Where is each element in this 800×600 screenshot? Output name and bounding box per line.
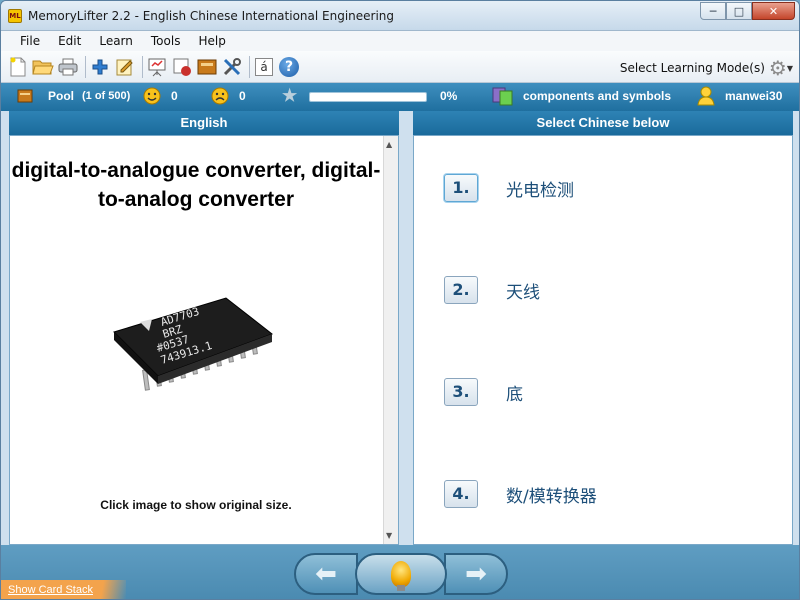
answer-choice-2[interactable]: 2. 天线	[444, 274, 540, 306]
question-panel: digital-to-analogue converter, digital-t…	[9, 135, 399, 545]
window-controls: ─ □ ✕	[700, 2, 795, 20]
star-icon: ★	[282, 86, 298, 105]
learning-mode-selector[interactable]: Select Learning Mode(s) ⚙ ▼	[620, 56, 793, 80]
answer-number[interactable]: 4.	[444, 480, 478, 508]
answer-text[interactable]: 光电检测	[506, 176, 574, 201]
status-bar: Pool (1 of 500) 0 0 ★ 0% components and …	[1, 83, 799, 111]
help-icon[interactable]: ?	[278, 56, 300, 78]
answer-choice-1[interactable]: 1. 光电检测	[444, 172, 574, 204]
menu-file[interactable]: File	[11, 34, 49, 48]
learning-mode-label: Select Learning Mode(s)	[619, 61, 765, 75]
scroll-up-icon[interactable]: ▲	[386, 140, 392, 149]
tools-icon[interactable]	[221, 56, 243, 78]
show-card-stack-link[interactable]: Show Card Stack	[1, 580, 126, 599]
card-print-icon[interactable]	[171, 56, 193, 78]
help-symbol: ?	[279, 56, 299, 77]
smile-icon	[143, 87, 161, 108]
question-header: English	[9, 111, 399, 135]
user-icon	[697, 86, 715, 109]
pool-count: (1 of 500)	[82, 90, 131, 102]
next-card-button[interactable]: ➡	[444, 553, 508, 595]
box-icon	[17, 88, 33, 107]
wrong-count: 0	[239, 89, 246, 103]
question-image[interactable]: AD7703 BRZ #0537 743913.1	[106, 294, 276, 414]
title-bar: ML MemoryLifter 2.2 - English Chinese In…	[1, 1, 799, 31]
menu-tools[interactable]: Tools	[142, 34, 190, 48]
answer-text[interactable]: 数/模转换器	[506, 482, 597, 507]
answers-panel: 1. 光电检测 2. 天线 3. 底 4. 数/模转换器	[413, 135, 793, 545]
menu-edit[interactable]: Edit	[49, 34, 90, 48]
scroll-down-icon[interactable]: ▼	[386, 531, 392, 540]
special-char-icon[interactable]: á	[253, 56, 275, 78]
presentation-icon[interactable]	[146, 56, 168, 78]
question-scrollbar[interactable]: ▲ ▼	[383, 136, 398, 544]
user-name[interactable]: manwei30	[725, 89, 782, 103]
box-icon[interactable]	[196, 56, 218, 78]
toolbar-separator	[85, 55, 86, 78]
maximize-button[interactable]: □	[726, 2, 752, 20]
special-char-label: á	[255, 57, 273, 76]
answer-number[interactable]: 3.	[444, 378, 478, 406]
app-logo-icon: ML	[8, 9, 22, 23]
answer-number[interactable]: 2.	[444, 276, 478, 304]
print-icon[interactable]	[57, 56, 79, 78]
question-word: digital-to-analogue converter, digital-t…	[11, 159, 381, 211]
arrow-left-icon: ⬅	[315, 559, 337, 589]
progress-percent: 0%	[440, 89, 458, 103]
answer-choice-4[interactable]: 4. 数/模转换器	[444, 478, 597, 510]
category-name[interactable]: components and symbols	[523, 89, 671, 103]
answer-text[interactable]: 底	[506, 380, 523, 405]
window-title: MemoryLifter 2.2 - English Chinese Inter…	[28, 9, 395, 23]
lightbulb-icon	[391, 561, 411, 591]
menu-help[interactable]: Help	[189, 34, 234, 48]
close-button[interactable]: ✕	[752, 2, 795, 20]
app-window: ML MemoryLifter 2.2 - English Chinese In…	[0, 0, 800, 600]
frown-icon	[211, 87, 229, 108]
add-icon[interactable]	[89, 56, 111, 78]
open-folder-icon[interactable]	[32, 56, 54, 78]
progress-bar	[309, 92, 427, 102]
new-document-icon[interactable]	[7, 56, 29, 78]
menu-bar: File Edit Learn Tools Help	[1, 31, 799, 51]
edit-icon[interactable]	[114, 56, 136, 78]
arrow-right-icon: ➡	[465, 559, 487, 589]
correct-count: 0	[171, 89, 178, 103]
answer-text[interactable]: 天线	[506, 278, 540, 303]
pool-label: Pool	[48, 89, 74, 103]
image-hint: Click image to show original size.	[100, 498, 292, 512]
chevron-down-icon: ▼	[786, 63, 793, 73]
answer-number[interactable]: 1.	[444, 174, 478, 202]
answers-header: Select Chinese below	[413, 111, 793, 135]
category-icon	[492, 86, 514, 109]
previous-card-button[interactable]: ⬅	[294, 553, 358, 595]
toolbar: á ? Select Learning Mode(s) ⚙ ▼	[1, 51, 799, 83]
menu-learn[interactable]: Learn	[90, 34, 142, 48]
answer-choice-3[interactable]: 3. 底	[444, 376, 523, 408]
hint-button[interactable]	[355, 553, 447, 595]
gear-icon: ⚙	[768, 56, 787, 80]
minimize-button[interactable]: ─	[700, 2, 726, 20]
toolbar-separator	[249, 55, 250, 78]
toolbar-separator	[142, 55, 143, 78]
